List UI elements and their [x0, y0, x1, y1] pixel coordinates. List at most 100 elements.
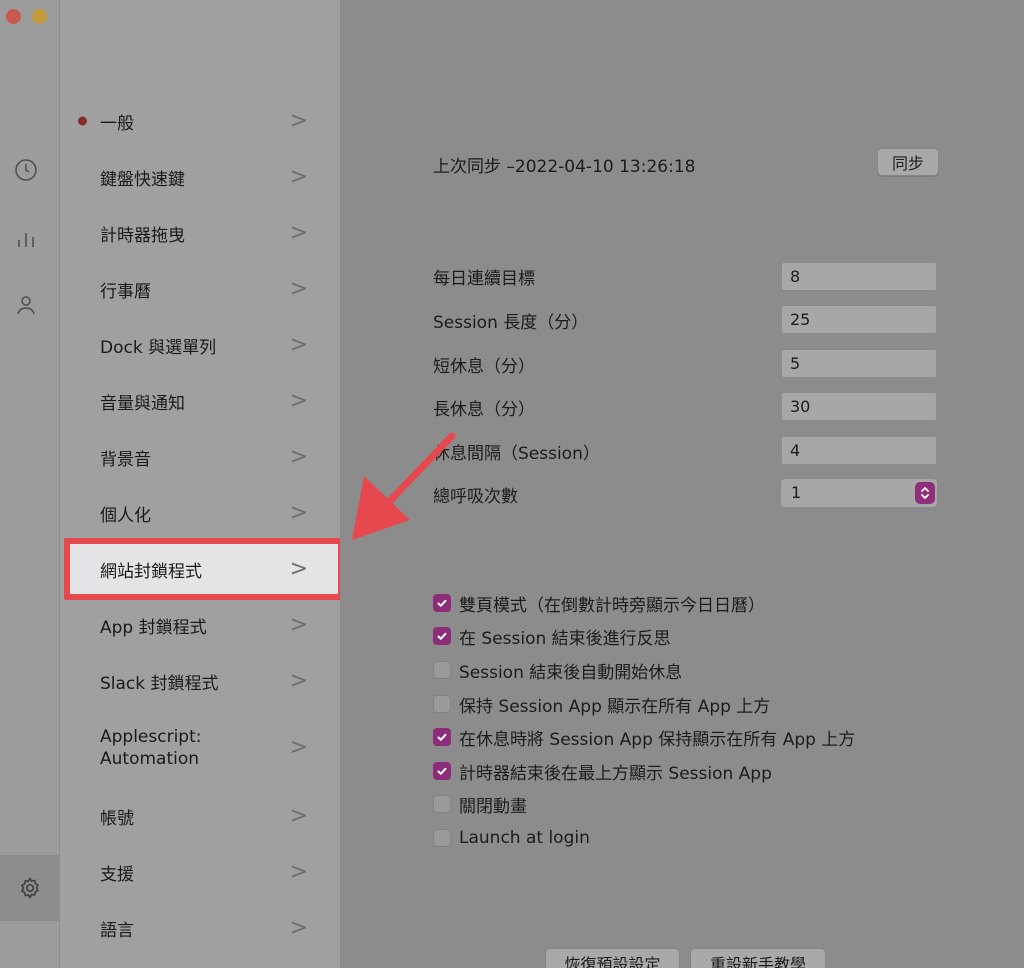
menu-item-applescript[interactable]: Applescript: Automation >	[66, 720, 338, 776]
break-interval-field[interactable]: 4	[781, 436, 937, 465]
checkbox-label: Session 結束後自動開始休息	[459, 662, 683, 683]
checkbox-label: 計時器結束後在最上方顯示 Session App	[459, 763, 772, 784]
chevron-right-icon: >	[289, 668, 308, 694]
menu-item-slack-blocker[interactable]: Slack 封鎖程式 >	[66, 656, 338, 706]
break-interval-label: 休息間隔（Session）	[433, 444, 600, 464]
checkmark-icon	[433, 594, 451, 612]
chevron-right-icon: >	[289, 108, 308, 134]
menu-item-label-line2: Automation	[100, 749, 200, 769]
menu-item-label: Applescript: Automation	[100, 726, 202, 770]
settings-menu: 一般 > 鍵盤快速鍵 > 計時器拖曳 > 行事曆 > Dock 與選單列 > 音…	[60, 0, 340, 968]
menu-item-label: 背景音	[100, 449, 151, 470]
chevron-right-icon: >	[289, 803, 308, 829]
chevron-right-icon: >	[289, 276, 308, 302]
checkbox-label: 在 Session 結束後進行反思	[459, 628, 671, 649]
two-page-mode-checkbox[interactable]: 雙頁模式（在倒數計時旁顯示今日日曆）	[433, 591, 765, 616]
menu-item-label: App 封鎖程式	[100, 617, 207, 638]
menu-item-language[interactable]: 語言 >	[66, 903, 338, 953]
session-length-field[interactable]: 25	[781, 305, 937, 334]
menu-item-label: Dock 與選單列	[100, 337, 217, 358]
chevron-right-icon: >	[289, 612, 308, 638]
chevron-right-icon: >	[289, 332, 308, 358]
gear-icon	[17, 875, 43, 901]
chevron-right-icon: >	[289, 444, 308, 470]
keep-on-top-during-break-checkbox[interactable]: 在休息時將 Session App 保持顯示在所有 App 上方	[433, 725, 856, 750]
menu-item-label: 行事曆	[100, 281, 151, 302]
active-dot	[78, 116, 87, 126]
chevron-right-icon: >	[289, 500, 308, 526]
checkbox-label: 保持 Session App 顯示在所有 App 上方	[459, 696, 771, 717]
menu-item-keyboard-shortcuts[interactable]: 鍵盤快速鍵 >	[66, 152, 338, 202]
chevron-right-icon: >	[289, 164, 308, 190]
checkbox-empty-icon	[433, 829, 451, 847]
session-length-label: Session 長度（分）	[433, 313, 589, 333]
daily-streak-goal-label: 每日連續目標	[433, 269, 535, 289]
long-break-field[interactable]: 30	[781, 392, 937, 421]
checkmark-icon	[433, 627, 451, 645]
minimize-window-button[interactable]	[32, 9, 47, 24]
menu-item-dock-menubar[interactable]: Dock 與選單列 >	[66, 320, 338, 370]
icon-rail	[0, 0, 60, 968]
menu-item-label: 一般	[100, 113, 134, 134]
chevron-right-icon: >	[289, 556, 308, 582]
general-settings-panel: 上次同步 –2022-04-10 13:26:18 同步 每日連續目標 8 Se…	[340, 0, 1024, 968]
reset-tutorial-button[interactable]: 重設新手教學	[690, 948, 826, 968]
checkmark-icon	[433, 728, 451, 746]
chevron-right-icon: >	[289, 735, 308, 760]
last-sync-text: 上次同步 –2022-04-10 13:26:18	[433, 157, 696, 177]
menu-item-website-blocker[interactable]: 網站封鎖程式 >	[66, 544, 338, 594]
total-breaths-value: 1	[791, 483, 802, 502]
menu-item-label: Slack 封鎖程式	[100, 673, 219, 694]
close-window-button[interactable]	[6, 9, 21, 24]
disable-animation-checkbox[interactable]: 關閉動畫	[433, 792, 527, 817]
checkbox-label: 在休息時將 Session App 保持顯示在所有 App 上方	[459, 729, 856, 750]
checkbox-label: 關閉動畫	[459, 796, 527, 817]
updown-chevron-icon	[915, 482, 935, 504]
show-on-top-after-timer-checkbox[interactable]: 計時器結束後在最上方顯示 Session App	[433, 759, 772, 784]
checkbox-label: 雙頁模式（在倒數計時旁顯示今日日曆）	[459, 595, 765, 616]
chevron-right-icon: >	[289, 388, 308, 414]
menu-item-label: 帳號	[100, 808, 134, 829]
menu-item-timer-drag[interactable]: 計時器拖曳 >	[66, 208, 338, 258]
menu-item-label: 計時器拖曳	[100, 225, 185, 246]
settings-rail-button[interactable]	[0, 855, 60, 921]
menu-item-label: 個人化	[100, 505, 151, 526]
menu-item-support[interactable]: 支援 >	[66, 847, 338, 897]
checkbox-empty-icon	[433, 695, 451, 713]
menu-item-personalization[interactable]: 個人化 >	[66, 488, 338, 538]
chevron-right-icon: >	[289, 859, 308, 885]
checkmark-icon	[433, 762, 451, 780]
checkbox-empty-icon	[433, 661, 451, 679]
menu-item-label: 音量與通知	[100, 393, 185, 414]
checkbox-label: Launch at login	[459, 828, 590, 848]
keep-on-top-checkbox[interactable]: 保持 Session App 顯示在所有 App 上方	[433, 692, 771, 717]
short-break-label: 短休息（分）	[433, 357, 535, 377]
chart-icon[interactable]	[13, 226, 39, 252]
menu-item-label: 語言	[100, 920, 134, 941]
menu-item-app-blocker[interactable]: App 封鎖程式 >	[66, 600, 338, 650]
menu-item-general[interactable]: 一般 >	[66, 96, 338, 146]
menu-item-background-sound[interactable]: 背景音 >	[66, 432, 338, 482]
menu-item-label: 支援	[100, 864, 134, 885]
restore-defaults-button[interactable]: 恢復預設設定	[545, 948, 680, 968]
total-breaths-label: 總呼吸次數	[433, 487, 518, 507]
long-break-label: 長休息（分）	[433, 400, 535, 420]
clock-icon[interactable]	[13, 157, 39, 183]
reflect-after-session-checkbox[interactable]: 在 Session 結束後進行反思	[433, 624, 671, 649]
auto-start-break-checkbox[interactable]: Session 結束後自動開始休息	[433, 658, 683, 683]
short-break-field[interactable]: 5	[781, 349, 937, 378]
launch-at-login-checkbox[interactable]: Launch at login	[433, 826, 590, 850]
chevron-right-icon: >	[289, 220, 308, 246]
menu-item-label: 鍵盤快速鍵	[100, 169, 185, 190]
menu-item-account[interactable]: 帳號 >	[66, 791, 338, 841]
menu-item-sound-notifications[interactable]: 音量與通知 >	[66, 376, 338, 426]
sync-button[interactable]: 同步	[877, 148, 939, 176]
chevron-right-icon: >	[289, 915, 308, 941]
menu-item-calendar[interactable]: 行事曆 >	[66, 264, 338, 314]
user-icon[interactable]	[13, 292, 39, 318]
menu-item-label-line1: Applescript:	[100, 727, 202, 747]
daily-streak-goal-field[interactable]: 8	[781, 262, 937, 291]
checkbox-empty-icon	[433, 795, 451, 813]
total-breaths-select[interactable]: 1	[780, 478, 938, 508]
menu-item-label: 網站封鎖程式	[100, 561, 202, 582]
